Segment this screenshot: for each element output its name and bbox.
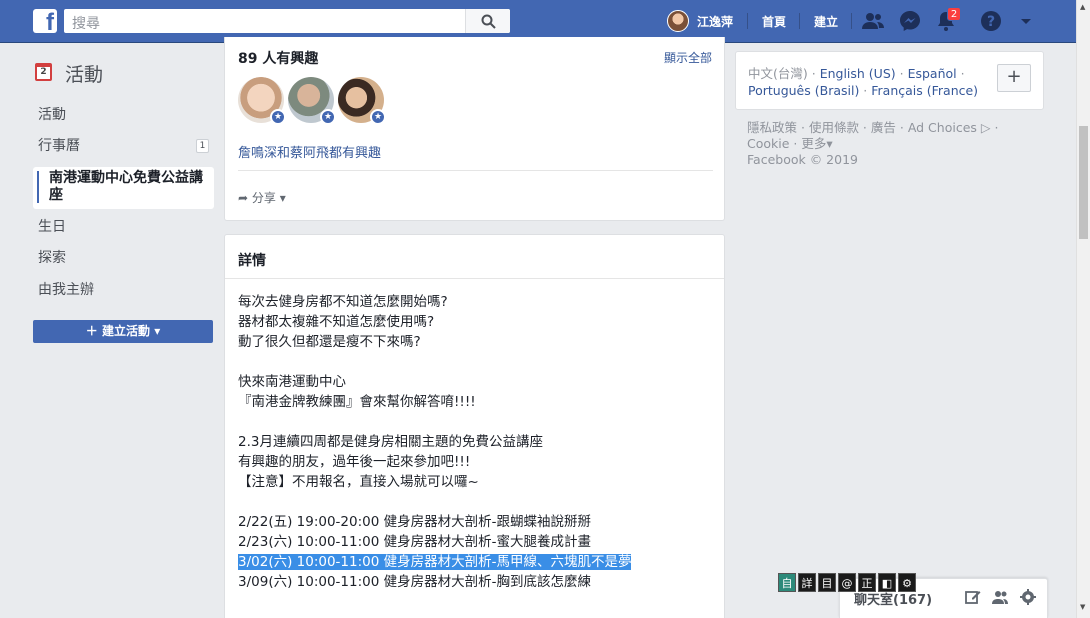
- plus-icon: ＋: [85, 324, 98, 338]
- ime-button[interactable]: 詳: [798, 573, 816, 592]
- dropdown-caret-icon: ▾: [154, 324, 161, 338]
- details-body: 每次去健身房都不知道怎麼開始嗎? 器材都太複雜不知道怎麼使用嗎? 動了很久但都還…: [238, 292, 718, 592]
- ime-button[interactable]: @: [838, 573, 856, 592]
- nav-divider: [851, 13, 852, 29]
- sidebar-item-discover[interactable]: 探索: [33, 247, 214, 269]
- friend-requests-icon[interactable]: [861, 9, 885, 33]
- search-button[interactable]: [465, 9, 510, 33]
- details-line: 快來南港運動中心: [238, 374, 346, 390]
- ime-settings-icon[interactable]: ⚙: [898, 573, 916, 592]
- details-line: 3/09(六) 10:00-11:00 健身房器材大剖析-胸到底該怎麼練: [238, 574, 591, 590]
- language-link[interactable]: Français (France): [871, 83, 978, 98]
- notification-badge: 2: [947, 7, 961, 21]
- sidebar-item-current-event[interactable]: 南港運動中心免費公益講座: [33, 167, 214, 209]
- sidebar-item-birthdays[interactable]: 生日: [33, 216, 214, 238]
- avatar[interactable]: ★: [238, 77, 286, 125]
- home-link[interactable]: 首頁: [762, 13, 786, 30]
- details-title: 詳情: [238, 253, 266, 269]
- friends-interested-text[interactable]: 詹鳴深和蔡阿飛都有興趣: [238, 142, 381, 161]
- search-placeholder: 搜尋: [72, 16, 100, 32]
- terms-link[interactable]: 使用條款: [809, 120, 859, 135]
- avatar: [667, 10, 689, 32]
- new-group-icon[interactable]: [991, 588, 1009, 606]
- show-all-link[interactable]: 顯示全部: [664, 49, 712, 66]
- messenger-icon[interactable]: [898, 9, 922, 33]
- ad-choices-icon: ▷: [980, 120, 991, 135]
- language-link[interactable]: Español: [908, 66, 957, 81]
- details-line: 2.3月連續四周都是健身房相關主題的免費公益講座: [238, 434, 543, 450]
- details-header: 詳情: [225, 235, 724, 279]
- nav-divider: [747, 13, 748, 29]
- language-link[interactable]: English (US): [820, 66, 896, 81]
- star-icon: ★: [320, 109, 336, 125]
- sidebar-item-events[interactable]: 活動: [33, 104, 214, 126]
- chevron-down-icon: ▾: [826, 136, 833, 151]
- details-line: 『南港金牌教練團』會來幫你解答唷!!!!: [238, 394, 476, 410]
- details-line: 器材都太複雜不知道怎麼使用嗎?: [238, 314, 435, 330]
- compose-icon[interactable]: [964, 588, 982, 606]
- star-icon: ★: [270, 109, 286, 125]
- ime-button[interactable]: 正: [858, 573, 876, 592]
- search-input[interactable]: 搜尋: [64, 9, 510, 33]
- privacy-link[interactable]: 隱私政策: [747, 120, 797, 135]
- details-line: 2/23(六) 10:00-11:00 健身房器材大剖析-蜜大腿養成計畫: [238, 534, 591, 550]
- language-link[interactable]: Português (Brasil): [748, 83, 859, 98]
- details-line: 每次去健身房都不知道怎麼開始嗎?: [238, 294, 448, 310]
- details-line: 動了很久但都還是瘦不下來嗎?: [238, 334, 421, 350]
- facebook-logo[interactable]: f: [33, 9, 57, 35]
- footer-links: 隱私政策 · 使用條款 · 廣告 · Ad Choices ▷ · Cookie…: [747, 120, 999, 167]
- scrollbar-thumb[interactable]: [1079, 126, 1088, 239]
- language-list: 中文(台灣) · English (US) · Español · Portug…: [748, 66, 979, 98]
- calendar-icon: 2: [35, 63, 52, 81]
- account-menu-icon[interactable]: [1014, 9, 1038, 33]
- ime-button[interactable]: ◧: [878, 573, 896, 592]
- user-name: 江逸萍: [697, 15, 734, 29]
- share-button[interactable]: ➦ 分享 ▾: [238, 189, 286, 206]
- nav-divider: [799, 13, 800, 29]
- scrollbar[interactable]: ▲ ▼: [1076, 0, 1090, 618]
- selected-text[interactable]: 3/02(六) 10:00-11:00 健身房器材大剖析-馬甲線、六塊肌不是夢: [238, 554, 632, 570]
- cookie-link[interactable]: Cookie: [747, 136, 789, 151]
- details-line: 【注意】不用報名，直接入場就可以囉~: [238, 474, 479, 490]
- language-card: 中文(台灣) · English (US) · Español · Portug…: [735, 51, 1044, 110]
- copyright: Facebook © 2019: [747, 152, 858, 167]
- sidebar-item-hosting[interactable]: 由我主辦: [33, 279, 214, 301]
- gear-icon[interactable]: [1019, 588, 1037, 606]
- ime-button[interactable]: 目: [818, 573, 836, 592]
- interested-count: 89 人有興趣: [238, 51, 319, 67]
- star-icon: ★: [370, 109, 386, 125]
- scroll-up-icon[interactable]: ▲: [1080, 3, 1085, 11]
- interested-card: 89 人有興趣 顯示全部 ★ ★ ★ 詹鳴深和蔡阿飛都有興趣 ➦ 分享 ▾: [224, 37, 725, 221]
- sidebar-item-calendar[interactable]: 行事曆 1: [33, 135, 214, 157]
- divider: [238, 170, 713, 171]
- svg-text:?: ?: [987, 14, 995, 30]
- ads-link[interactable]: 廣告: [871, 120, 896, 135]
- details-card: 詳情 每次去健身房都不知道怎麼開始嗎? 器材都太複雜不知道怎麼使用嗎? 動了很久…: [224, 234, 725, 618]
- share-icon: ➦: [238, 191, 249, 205]
- calendar-count-badge: 1: [196, 139, 209, 153]
- details-line: 2/22(五) 19:00-20:00 健身房器材大剖析-跟蝴蝶袖說掰掰: [238, 514, 591, 530]
- chevron-down-icon: ▾: [279, 191, 286, 205]
- avatar[interactable]: ★: [288, 77, 336, 125]
- help-icon[interactable]: ?: [979, 9, 1003, 33]
- details-line: 有興趣的朋友，過年後一起來參加吧!!!: [238, 454, 471, 470]
- avatar[interactable]: ★: [338, 77, 386, 125]
- add-language-button[interactable]: +: [997, 64, 1031, 92]
- plus-icon: +: [1006, 66, 1022, 87]
- scroll-down-icon[interactable]: ▼: [1080, 603, 1085, 611]
- search-icon: [481, 14, 496, 29]
- active-indicator: [37, 171, 39, 203]
- more-link[interactable]: 更多: [801, 136, 826, 151]
- ad-choices-link[interactable]: Ad Choices: [908, 120, 977, 135]
- ime-mode-button[interactable]: 自: [778, 573, 796, 592]
- ime-toolbar[interactable]: 自 詳 目 @ 正 ◧ ⚙: [778, 573, 918, 592]
- create-event-button[interactable]: ＋ 建立活動 ▾: [33, 320, 213, 343]
- current-language: 中文(台灣): [748, 66, 808, 81]
- create-link[interactable]: 建立: [814, 13, 838, 30]
